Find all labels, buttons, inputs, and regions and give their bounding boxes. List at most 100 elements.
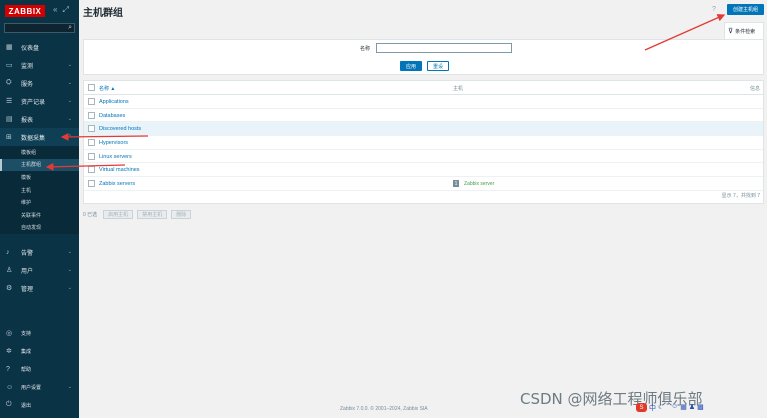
sidebar-item-monitoring[interactable]: ▭ 监测 ⌄ (0, 56, 79, 74)
submenu-item[interactable]: 主机 (0, 184, 79, 197)
disable-hosts-button[interactable]: 禁用主机 (137, 210, 168, 219)
column-name-header[interactable]: 名称 ▲ (99, 85, 115, 92)
help-icon[interactable]: ? (712, 6, 716, 13)
sidebar-search-input[interactable]: ⌕ (4, 23, 75, 33)
sidebar-item-alerts[interactable]: ♪ 告警 ⌄ (0, 243, 79, 261)
ime-moon-icon[interactable]: ☾ (658, 403, 664, 413)
row-checkbox[interactable] (88, 139, 95, 147)
sidebar-item-label: 帮助 (21, 366, 32, 373)
mass-actions: 0 已选 启用主机 禁用主机 删除 (83, 210, 192, 219)
data-collection-icon: ⊞ (6, 134, 12, 141)
name-filter-input[interactable] (376, 43, 512, 53)
main-nav-2: ♪ 告警 ⌄ ♙ 用户 ⌄ ⚙ 管理 ⌄ (0, 243, 79, 297)
collapse-sidebar-icon[interactable]: « (53, 5, 57, 15)
enable-hosts-button[interactable]: 启用主机 (103, 210, 134, 219)
submenu-item[interactable]: 维护 (0, 196, 79, 209)
chevron-icon: ⌄ (67, 62, 72, 68)
sidebar-tools: « ⤢ (53, 5, 69, 15)
host-count-badge: 1 (453, 180, 459, 188)
page-footer: Zabbix 7.0.0. © 2001–2024, Zabbix SIA (340, 406, 428, 412)
main-nav: ▦ 仪表盘 ▭ 监测 ⌄ ⛭ 服务 ⌄ ☰ 资产记录 ⌄ ▤ 报表 ⌄ ⊞ 数据采集 ⌃ (0, 38, 79, 146)
filter-icon: ⊽ (728, 28, 734, 35)
column-info-header: 信息 (749, 86, 760, 92)
host-group-link[interactable]: Virtual machines (99, 167, 140, 173)
column-hosts-header: 主机 (453, 86, 464, 92)
sidebar-item-user-settings[interactable]: ☺ 用户设置 ⌄ (0, 378, 79, 396)
monitoring-icon: ▭ (6, 62, 13, 69)
sidebar-item-label: 资产记录 (21, 99, 46, 106)
ime-apps-icon[interactable]: ▩ (697, 403, 704, 413)
sidebar-item-data-collection[interactable]: ⊞ 数据采集 ⌃ (0, 128, 79, 146)
host-group-link[interactable]: Linux servers (99, 154, 132, 160)
sidebar-item-label: 用户设置 (21, 384, 42, 391)
users-icon: ♙ (6, 267, 13, 274)
table-row: Virtual machines (84, 163, 763, 178)
select-all-checkbox[interactable] (88, 84, 95, 91)
support-icon: ◎ (6, 330, 13, 337)
chevron-icon: ⌄ (67, 80, 72, 86)
table-header: 名称 ▲ 主机 信息 (84, 81, 763, 95)
sidebar-item-services[interactable]: ⛭ 服务 ⌄ (0, 74, 79, 92)
sidebar-item-inventory[interactable]: ☰ 资产记录 ⌄ (0, 92, 79, 110)
sidebar-item-label: 仪表盘 (21, 45, 40, 52)
ime-keyboard-icon[interactable]: ▦ (680, 403, 687, 413)
kiosk-mode-icon[interactable]: ⤢ (62, 5, 68, 15)
sidebar-item-reports[interactable]: ▤ 报表 ⌄ (0, 110, 79, 128)
row-checkbox[interactable] (88, 125, 95, 133)
ime-logo-icon[interactable]: S (636, 403, 647, 412)
submenu-item[interactable]: 模板 (0, 171, 79, 184)
host-link[interactable]: Zabbix server (464, 181, 494, 187)
sidebar-item-admin[interactable]: ⚙ 管理 ⌄ (0, 279, 79, 297)
services-icon: ⛭ (6, 79, 12, 86)
host-group-link[interactable]: Zabbix servers (99, 181, 135, 187)
submenu-item[interactable]: 主机群组 (0, 158, 79, 172)
reset-button[interactable]: 重设 (427, 61, 449, 71)
submenu-item[interactable]: 关联事件 (0, 209, 79, 222)
create-host-group-button[interactable]: 创建主机组 (727, 4, 764, 15)
sidebar-item-users[interactable]: ♙ 用户 ⌄ (0, 261, 79, 279)
apply-button[interactable]: 应用 (400, 61, 422, 71)
sidebar-item-label: 告警 (21, 250, 34, 257)
ime-punct-icon[interactable]: ° (666, 403, 669, 413)
ime-chinese-icon[interactable]: 中 (649, 403, 656, 413)
sidebar-item-label: 报表 (21, 117, 34, 124)
filter-tab-label: 条件检索 (735, 28, 756, 35)
host-group-link[interactable]: Discovered hosts (99, 126, 141, 132)
data-collection-submenu: 模板组 主机群组 模板 主机 维护 关联事件 自动发现 (0, 146, 79, 235)
user-settings-icon: ☺ (6, 383, 14, 391)
sidebar-item-integrations[interactable]: ✲ 集成 (0, 342, 79, 360)
sidebar-item-dashboard[interactable]: ▦ 仪表盘 (0, 38, 79, 56)
ime-emoji-icon[interactable]: ☺ (671, 403, 678, 413)
row-checkbox[interactable] (88, 98, 95, 105)
chevron-icon: ⌃ (67, 134, 72, 140)
host-group-link[interactable]: Applications (99, 99, 129, 105)
chevron-icon: ⌄ (67, 267, 72, 273)
delete-button[interactable]: 删除 (171, 210, 192, 219)
row-checkbox[interactable] (88, 152, 95, 160)
submenu-item[interactable]: 模板组 (0, 146, 79, 159)
sidebar-bottom-nav: ◎ 支持 ✲ 集成? 帮助 ☺ 用户设置 ⌄ ⏻ 退出 (0, 324, 79, 414)
sidebar-item-support[interactable]: ◎ 支持 (0, 324, 79, 342)
host-group-link[interactable]: Databases (99, 113, 125, 119)
chevron-icon: ⌄ (67, 249, 72, 255)
sidebar-item-label: 服务 (21, 81, 34, 88)
sidebar-item-signout[interactable]: ⏻ 退出 (0, 396, 79, 414)
sidebar-item-label: 管理 (21, 286, 34, 293)
filter-tab[interactable]: ⊽ 条件检索 (724, 22, 764, 39)
submenu-item[interactable]: 自动发现 (0, 222, 79, 235)
inventory-icon: ☰ (6, 98, 13, 105)
sidebar-item-label: 用户 (21, 268, 34, 275)
table-row: Applications (84, 95, 763, 109)
ime-user-icon[interactable]: ♟ (689, 403, 695, 413)
sidebar-item-label: 数据采集 (21, 135, 46, 142)
reports-icon: ▤ (6, 116, 13, 123)
table-row: Zabbix servers 1 Zabbix server (84, 177, 763, 191)
host-group-link[interactable]: Hypervisors (99, 140, 128, 146)
row-checkbox[interactable] (88, 111, 95, 119)
row-checkbox[interactable] (88, 180, 95, 188)
search-icon[interactable]: ⌕ (68, 24, 72, 32)
row-checkbox[interactable] (88, 166, 95, 174)
zabbix-logo[interactable]: ZABBIX (5, 5, 45, 17)
sidebar-item-label: 支持 (21, 330, 32, 337)
sidebar-item-help[interactable]: ? 帮助 (0, 360, 79, 378)
